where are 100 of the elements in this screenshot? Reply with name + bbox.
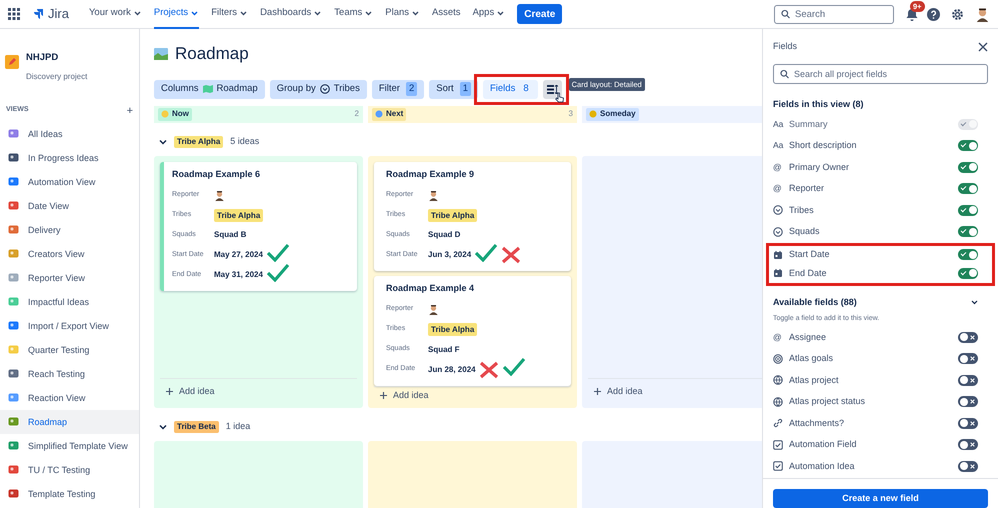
- sidebar-item[interactable]: Reporter View: [0, 266, 139, 290]
- caret-icon: [496, 9, 506, 17]
- idea-count: 1 idea: [226, 420, 250, 433]
- create-button[interactable]: Create: [517, 4, 562, 24]
- toggle-switch[interactable]: [958, 183, 978, 194]
- nav-menu-item[interactable]: Dashboards: [260, 0, 322, 28]
- toggle-switch[interactable]: [958, 268, 978, 279]
- field-tag: Tribe Alpha: [428, 323, 478, 336]
- caret-icon: [132, 9, 142, 17]
- nav-menu-item[interactable]: Apps: [472, 0, 506, 28]
- project-avatar-icon: [5, 55, 19, 69]
- field-name: Primary Owner: [789, 160, 850, 174]
- sidebar-item[interactable]: Simplified Template View: [0, 434, 139, 458]
- field-value: Squad F: [428, 344, 460, 356]
- idea-count: 5 ideas: [230, 134, 260, 148]
- toggle-switch[interactable]: [958, 418, 978, 429]
- sidebar-item[interactable]: Import / Export View: [0, 314, 139, 338]
- sidebar-item[interactable]: Impactful Ideas: [0, 290, 139, 314]
- toggle-switch[interactable]: [958, 226, 978, 238]
- toggle-switch[interactable]: [958, 374, 978, 386]
- collapse-icon[interactable]: [159, 424, 167, 430]
- search-field[interactable]: Search: [774, 4, 894, 24]
- create-field-button[interactable]: Create a new field: [773, 489, 988, 508]
- check-mark-icon: [502, 357, 526, 376]
- collapse-icon[interactable]: [971, 300, 978, 305]
- sidebar-item[interactable]: TU / TC Testing: [0, 458, 139, 482]
- sidebar-item[interactable]: Date View: [0, 194, 139, 218]
- toggle-switch[interactable]: [958, 439, 978, 450]
- collapse-icon[interactable]: [159, 138, 167, 144]
- help-icon[interactable]: [927, 8, 940, 20]
- app-switcher-icon[interactable]: [8, 8, 20, 20]
- column-icon: [161, 110, 169, 118]
- toggle-switch[interactable]: [958, 353, 978, 364]
- sidebar-item[interactable]: Roadmap: [0, 410, 139, 434]
- field-name: Short description: [789, 139, 858, 152]
- add-idea-button[interactable]: Add idea: [374, 386, 571, 406]
- nav-menu-item[interactable]: Assets: [432, 0, 461, 28]
- nav-menu-item[interactable]: Plans: [385, 0, 420, 28]
- toggle-switch[interactable]: [958, 204, 978, 216]
- field-name: Atlas project: [789, 374, 840, 387]
- checkbox-icon: [773, 440, 783, 450]
- toggle-switch[interactable]: [958, 460, 978, 472]
- section-heading: Available fields (88): [773, 296, 857, 309]
- logo-icon: [32, 8, 44, 20]
- field-name: Automation Idea: [789, 460, 856, 472]
- view-icon: [8, 416, 19, 428]
- add-idea-button[interactable]: Add idea: [160, 378, 357, 404]
- field-value: Jun 3, 2024: [428, 249, 472, 261]
- sidebar-item[interactable]: Reach Testing: [0, 362, 139, 386]
- field-type-icon: Aa: [773, 118, 785, 131]
- search-field[interactable]: Search all project fields: [773, 64, 988, 84]
- toolbar-button[interactable]: Group by Tribes: [270, 80, 367, 98]
- view-icon: [8, 272, 19, 284]
- field-name: Atlas project status: [789, 395, 866, 408]
- column-count: 3: [568, 108, 573, 120]
- nav-menu-item[interactable]: Filters: [211, 0, 248, 28]
- field-value: Jun 28, 2024: [428, 364, 476, 376]
- toolbar-button[interactable]: Filter 2: [372, 80, 424, 98]
- field-type-icon: @: [773, 182, 785, 196]
- nav-menu-item[interactable]: Projects: [154, 0, 200, 28]
- add-view-button[interactable]: +: [126, 106, 133, 116]
- column-label: Now: [158, 108, 192, 120]
- field-value: May 31, 2024: [214, 269, 263, 281]
- sidebar-item[interactable]: Template Testing: [0, 482, 139, 506]
- sidebar-item[interactable]: In Progress Ideas: [0, 146, 139, 170]
- nav-menu-item[interactable]: Your work: [88, 0, 142, 28]
- sidebar-item[interactable]: Delivery: [0, 218, 139, 242]
- sidebar-item[interactable]: Creators View: [0, 242, 139, 266]
- toggle-switch[interactable]: [958, 396, 978, 408]
- sidebar-item[interactable]: Automation View: [0, 170, 139, 194]
- settings-icon[interactable]: [951, 8, 964, 20]
- view-icon: [8, 488, 19, 500]
- pointer-cursor-icon: [554, 92, 564, 102]
- toolbar-button[interactable]: Fields 8: [482, 80, 538, 98]
- toggle-switch[interactable]: [958, 162, 978, 173]
- sidebar-item[interactable]: Reaction View: [0, 386, 139, 410]
- column-count: 2: [354, 108, 359, 120]
- globe-icon: [773, 396, 783, 407]
- sidebar-item[interactable]: Quarter Testing: [0, 338, 139, 362]
- view-icon: [8, 440, 19, 452]
- close-icon[interactable]: [978, 42, 988, 52]
- select-icon: [320, 84, 330, 94]
- toolbar-button[interactable]: Sort 1: [429, 80, 478, 98]
- map-icon: [202, 85, 212, 93]
- link-icon: [773, 418, 783, 428]
- project-type: Discovery project: [26, 71, 88, 84]
- view-icon: [8, 320, 19, 332]
- caret-icon: [411, 9, 420, 17]
- view-icon: [8, 464, 19, 476]
- toggle-switch[interactable]: [958, 140, 978, 152]
- nav-menu-item[interactable]: Teams: [334, 0, 374, 28]
- sidebar-item[interactable]: All Ideas: [0, 122, 139, 146]
- check-mark-icon: [474, 242, 498, 262]
- toggle-switch[interactable]: [958, 249, 978, 260]
- toolbar-button[interactable]: Columns Roadmap: [154, 80, 265, 98]
- field-name: Tribes: [789, 204, 815, 216]
- avatar-icon: [975, 6, 990, 22]
- toggle-switch[interactable]: [958, 332, 978, 343]
- product-name: Jira: [48, 5, 69, 24]
- field-name: Squads: [789, 225, 821, 238]
